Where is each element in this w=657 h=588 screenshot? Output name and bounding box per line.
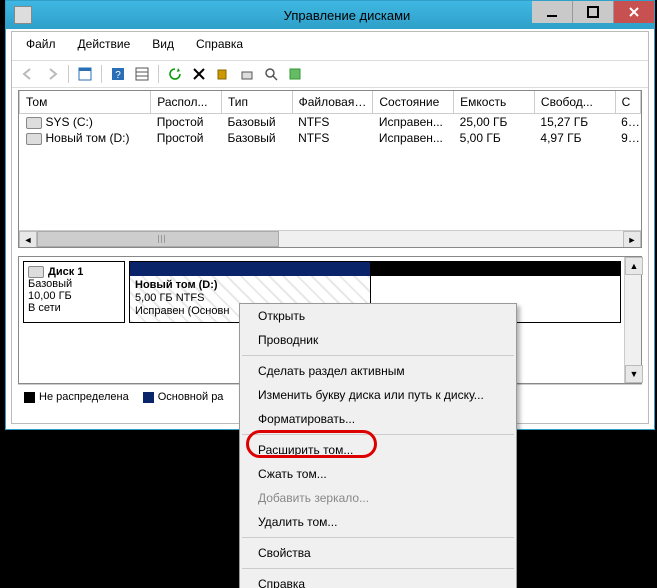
forward-button (42, 64, 62, 84)
menu-view[interactable]: Вид (142, 35, 184, 57)
app-icon (14, 6, 32, 24)
disk-info-box[interactable]: Диск 1 Базовый 10,00 ГБ В сети (23, 261, 125, 323)
disk-icon (28, 266, 44, 278)
close-button[interactable] (614, 1, 654, 23)
ctx-add-mirror: Добавить зеркало... (240, 486, 516, 510)
volume-list[interactable]: Том Распол... Тип Файловая с... Состояни… (18, 90, 642, 248)
ctx-open[interactable]: Открыть (240, 304, 516, 328)
col-fs[interactable]: Файловая с... (292, 91, 373, 114)
ctx-format[interactable]: Форматировать... (240, 407, 516, 431)
drive-icon (26, 133, 42, 145)
ctx-change-letter[interactable]: Изменить букву диска или путь к диску... (240, 383, 516, 407)
table-row[interactable]: SYS (C:) Простой Базовый NTFS Исправен..… (20, 114, 641, 131)
toolbar-view1-icon[interactable] (75, 64, 95, 84)
col-last[interactable]: С (615, 91, 640, 114)
ctx-delete-volume[interactable]: Удалить том... (240, 510, 516, 534)
delete-icon[interactable] (189, 64, 209, 84)
menu-help[interactable]: Справка (186, 35, 253, 57)
ctx-properties[interactable]: Свойства (240, 541, 516, 565)
horizontal-scrollbar[interactable]: ◄ ► (19, 230, 641, 247)
search-icon[interactable] (261, 64, 281, 84)
col-layout[interactable]: Распол... (151, 91, 222, 114)
help-icon[interactable]: ? (108, 64, 128, 84)
scroll-right-button[interactable]: ► (623, 231, 641, 248)
menu-action[interactable]: Действие (68, 35, 141, 57)
ctx-make-active[interactable]: Сделать раздел активным (240, 359, 516, 383)
toolbar-icon-1[interactable] (237, 64, 257, 84)
col-capacity[interactable]: Емкость (454, 91, 535, 114)
minimize-button[interactable] (532, 1, 573, 23)
refresh-icon[interactable] (165, 64, 185, 84)
ctx-help[interactable]: Справка (240, 572, 516, 588)
vertical-scrollbar[interactable]: ▲ ▼ (624, 257, 641, 383)
toolbar-icon-2[interactable] (285, 64, 305, 84)
ctx-extend-volume[interactable]: Расширить том... (240, 438, 516, 462)
maximize-button[interactable] (573, 1, 614, 23)
settings-icon[interactable] (213, 64, 233, 84)
menubar: Файл Действие Вид Справка (12, 32, 648, 60)
ctx-shrink-volume[interactable]: Сжать том... (240, 462, 516, 486)
col-free[interactable]: Свобод... (534, 91, 615, 114)
col-status[interactable]: Состояние (373, 91, 454, 114)
scroll-thumb[interactable] (37, 231, 279, 247)
back-button (18, 64, 38, 84)
legend-unalloc-swatch (24, 392, 35, 403)
scroll-down-button[interactable]: ▼ (625, 365, 643, 383)
scroll-left-button[interactable]: ◄ (19, 231, 37, 248)
ctx-explorer[interactable]: Проводник (240, 328, 516, 352)
titlebar[interactable]: Управление дисками (6, 1, 654, 29)
table-row[interactable]: Новый том (D:) Простой Базовый NTFS Испр… (20, 130, 641, 146)
svg-text:?: ? (115, 70, 121, 81)
context-menu: Открыть Проводник Сделать раздел активны… (239, 303, 517, 588)
legend-primary-swatch (143, 392, 154, 403)
col-type[interactable]: Тип (221, 91, 292, 114)
menu-file[interactable]: Файл (16, 35, 66, 57)
drive-icon (26, 117, 42, 129)
scroll-up-button[interactable]: ▲ (625, 257, 643, 275)
toolbar-view2-icon[interactable] (132, 64, 152, 84)
col-volume[interactable]: Том (20, 91, 151, 114)
